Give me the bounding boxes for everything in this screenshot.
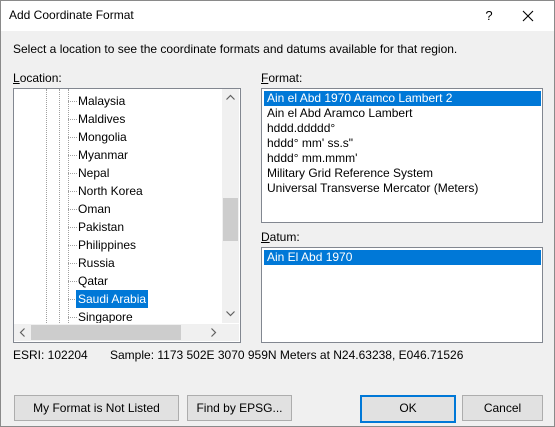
- tree-item-label: Pakistan: [78, 220, 125, 234]
- format-list-item[interactable]: hddd.ddddd°: [264, 121, 541, 136]
- datum-list-item[interactable]: Ain El Abd 1970: [264, 250, 541, 265]
- my-format-not-listed-button[interactable]: My Format is Not Listed: [14, 395, 179, 421]
- instruction-text: Select a location to see the coordinate …: [13, 42, 458, 56]
- tree-item[interactable]: Russia: [14, 254, 222, 272]
- format-list-item[interactable]: hddd° mm' ss.s": [264, 136, 541, 151]
- format-list-item[interactable]: Universal Transverse Mercator (Meters): [264, 181, 541, 196]
- format-list-item[interactable]: Military Grid Reference System: [264, 166, 541, 181]
- esri-code: ESRI: 102204: [13, 348, 88, 362]
- chevron-right-icon: [211, 328, 217, 337]
- datum-label: Datum:: [261, 230, 300, 244]
- format-list-item[interactable]: Ain el Abd Aramco Lambert: [264, 106, 541, 121]
- tree-item[interactable]: Myanmar: [14, 146, 222, 164]
- help-icon: ?: [485, 8, 493, 23]
- tree-item-label: Mongolia: [78, 130, 127, 144]
- chevron-left-icon: [19, 328, 25, 337]
- horizontal-scroll-thumb[interactable]: [31, 325, 181, 340]
- tree-item-label: Philippines: [78, 238, 137, 252]
- close-icon: [522, 10, 534, 22]
- tree-item[interactable]: Pakistan: [14, 218, 222, 236]
- tree-item-label: Nepal: [78, 166, 110, 180]
- tree-item-label: Maldives: [78, 112, 126, 126]
- title-bar: Add Coordinate Format ?: [1, 1, 554, 31]
- scroll-left-button[interactable]: [14, 324, 31, 341]
- scroll-down-button[interactable]: [222, 306, 239, 323]
- tree-item-label: Russia: [78, 256, 115, 270]
- scroll-up-button[interactable]: [222, 89, 239, 106]
- datum-list[interactable]: Ain El Abd 1970: [261, 247, 543, 343]
- ok-button[interactable]: OK: [360, 395, 456, 423]
- format-list[interactable]: Ain el Abd 1970 Aramco Lambert 2 Ain el A…: [261, 88, 543, 223]
- format-list-item[interactable]: Ain el Abd 1970 Aramco Lambert 2: [264, 91, 541, 106]
- close-button[interactable]: [511, 1, 545, 31]
- find-by-epsg-button[interactable]: Find by EPSG...: [187, 395, 292, 421]
- tree-item[interactable]: Oman: [14, 200, 222, 218]
- tree-item[interactable]: North Korea: [14, 182, 222, 200]
- tree-item-label: Qatar: [78, 274, 109, 288]
- location-horizontal-scrollbar[interactable]: [14, 324, 222, 341]
- tree-item[interactable]: Mongolia: [14, 128, 222, 146]
- chevron-up-icon: [226, 94, 235, 100]
- add-coordinate-format-dialog: Add Coordinate Format ? Select a locatio…: [0, 0, 555, 427]
- scroll-right-button[interactable]: [205, 324, 222, 341]
- window-title: Add Coordinate Format: [9, 8, 134, 22]
- help-button[interactable]: ?: [475, 1, 503, 31]
- scrollbar-corner: [222, 324, 239, 341]
- location-tree[interactable]: Malaysia Maldives Mongolia Myanmar Nepal Nort…: [13, 88, 241, 343]
- sample-text: Sample: 1173 502E 3070 959N Meters at N2…: [110, 348, 464, 362]
- format-label: Format:: [261, 71, 303, 85]
- tree-item-label: Malaysia: [78, 94, 126, 108]
- tree-item[interactable]: Singapore: [14, 308, 222, 323]
- location-label: Location:: [13, 71, 62, 85]
- tree-item-label: Singapore: [78, 310, 133, 323]
- tree-item-label: Saudi Arabia: [76, 290, 149, 308]
- location-vertical-scrollbar[interactable]: [222, 89, 239, 323]
- format-list-item[interactable]: hddd° mm.mmm': [264, 151, 541, 166]
- tree-item-label: Oman: [78, 202, 111, 216]
- tree-item[interactable]: Philippines: [14, 236, 222, 254]
- tree-item[interactable]: Maldives: [14, 110, 222, 128]
- tree-item[interactable]: Malaysia: [14, 92, 222, 110]
- vertical-scroll-thumb[interactable]: [223, 198, 238, 241]
- location-tree-items: Malaysia Maldives Mongolia Myanmar Nepal Nort…: [14, 89, 222, 323]
- tree-item-label: Myanmar: [78, 148, 129, 162]
- tree-item[interactable]: Saudi Arabia: [14, 290, 222, 308]
- tree-item[interactable]: Qatar: [14, 272, 222, 290]
- tree-item[interactable]: Nepal: [14, 164, 222, 182]
- chevron-down-icon: [226, 311, 235, 317]
- cancel-button[interactable]: Cancel: [462, 395, 543, 421]
- tree-item-label: North Korea: [78, 184, 143, 198]
